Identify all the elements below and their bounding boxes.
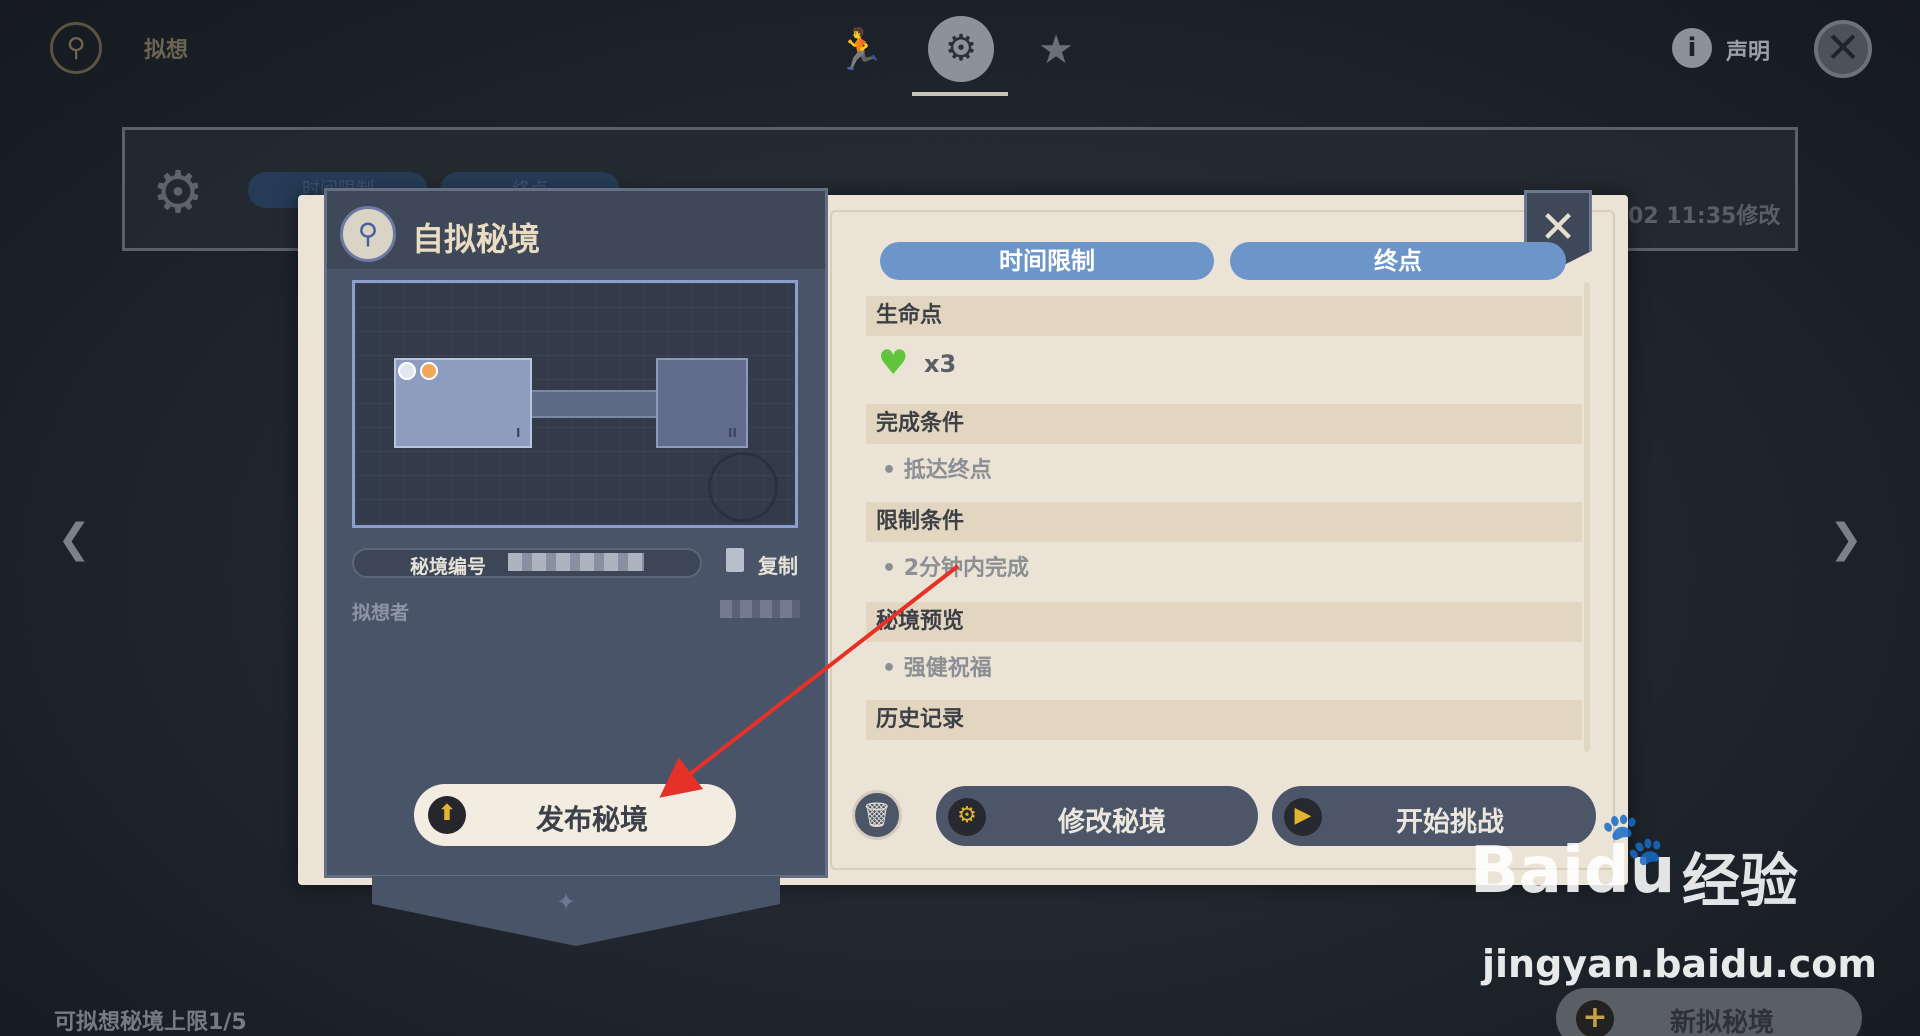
panel-header — [327, 191, 825, 269]
upload-arrow-icon: ⬆ — [428, 796, 466, 834]
page-title: 拟想 — [144, 38, 189, 63]
close-icon[interactable]: ✕ — [1814, 20, 1872, 78]
domain-limit-text: 可拟想秘境上限1/5 — [54, 1010, 247, 1035]
life-points-count: x3 — [924, 350, 957, 378]
section-history[interactable]: 历史记录 — [866, 700, 1582, 740]
restriction-text: 2分钟内完成 — [903, 556, 1030, 581]
modify-domain-label[interactable]: 修改秘境 — [1058, 800, 1166, 839]
tab-end-point[interactable]: 终点 — [1230, 242, 1566, 280]
restriction-item: • 2分钟内完成 — [882, 556, 1030, 581]
watermark-url: jingyan.baidu.com — [1482, 942, 1877, 986]
active-tab-underline — [912, 92, 1008, 96]
star-decoration-icon: ✦ — [556, 888, 577, 916]
running-icon[interactable]: 🏃 — [828, 18, 892, 82]
author-value-redacted — [720, 600, 800, 618]
completion-text: 抵达终点 — [903, 458, 992, 483]
copy-button[interactable]: 复制 — [758, 550, 798, 579]
domain-id-value-redacted — [508, 553, 644, 571]
section-preview: 秘境预览 — [866, 602, 1582, 642]
room-number-2: II — [728, 426, 737, 440]
room-number-1: I — [516, 426, 521, 440]
domain-id-label: 秘境编号 — [410, 556, 487, 578]
compass-decoration-icon — [708, 452, 778, 522]
map-corridor — [532, 390, 656, 418]
section-completion: 完成条件 — [866, 404, 1582, 444]
start-pin-icon — [398, 362, 416, 380]
new-domain-label: 新拟秘境 — [1670, 1008, 1775, 1036]
baidu-watermark: Baidu 🐾 经验 jingyan.baidu.com — [1470, 809, 1877, 1004]
map-gear-icon[interactable]: ⚙ — [928, 16, 994, 82]
panel-title: 自拟秘境 — [412, 220, 541, 258]
section-life-points: 生命点 — [866, 296, 1582, 336]
info-icon[interactable]: i — [1672, 28, 1712, 68]
heart-icon: ♥ — [878, 343, 909, 383]
completion-item: • 抵达终点 — [882, 458, 992, 483]
end-pin-icon — [420, 362, 438, 380]
paw-icon: 🐾 — [1600, 809, 1665, 869]
preview-item: • 强健祝福 — [882, 656, 992, 681]
author-label: 拟想者 — [352, 602, 410, 624]
preview-text: 强健祝福 — [903, 656, 992, 681]
tab-time-limit[interactable]: 时间限制 — [880, 242, 1214, 280]
statement-label[interactable]: 声明 — [1726, 34, 1770, 66]
scrollbar[interactable] — [1584, 282, 1590, 752]
trash-icon[interactable]: 🗑 — [852, 790, 902, 840]
plus-icon: + — [1576, 1000, 1614, 1036]
watermark-cn: 经验 — [1682, 847, 1799, 915]
section-restriction: 限制条件 — [866, 502, 1582, 542]
publish-domain-label[interactable]: 发布秘境 — [536, 798, 648, 838]
play-icon: ▶ — [1284, 798, 1322, 836]
copy-icon[interactable] — [726, 548, 744, 572]
bookmark-star-icon[interactable]: ★ — [1024, 18, 1088, 82]
modified-date: /02 11:35修改 — [1620, 204, 1781, 229]
domain-emblem-icon: ⚲ — [340, 206, 396, 262]
prev-arrow-icon[interactable]: ❮ — [54, 516, 94, 562]
next-arrow-icon[interactable]: ❯ — [1826, 516, 1866, 562]
gear-icon: ⚙ — [948, 798, 986, 836]
compass-eye-icon: ⚲ — [50, 22, 102, 74]
gear-edit-icon: ⚙ — [152, 158, 204, 226]
